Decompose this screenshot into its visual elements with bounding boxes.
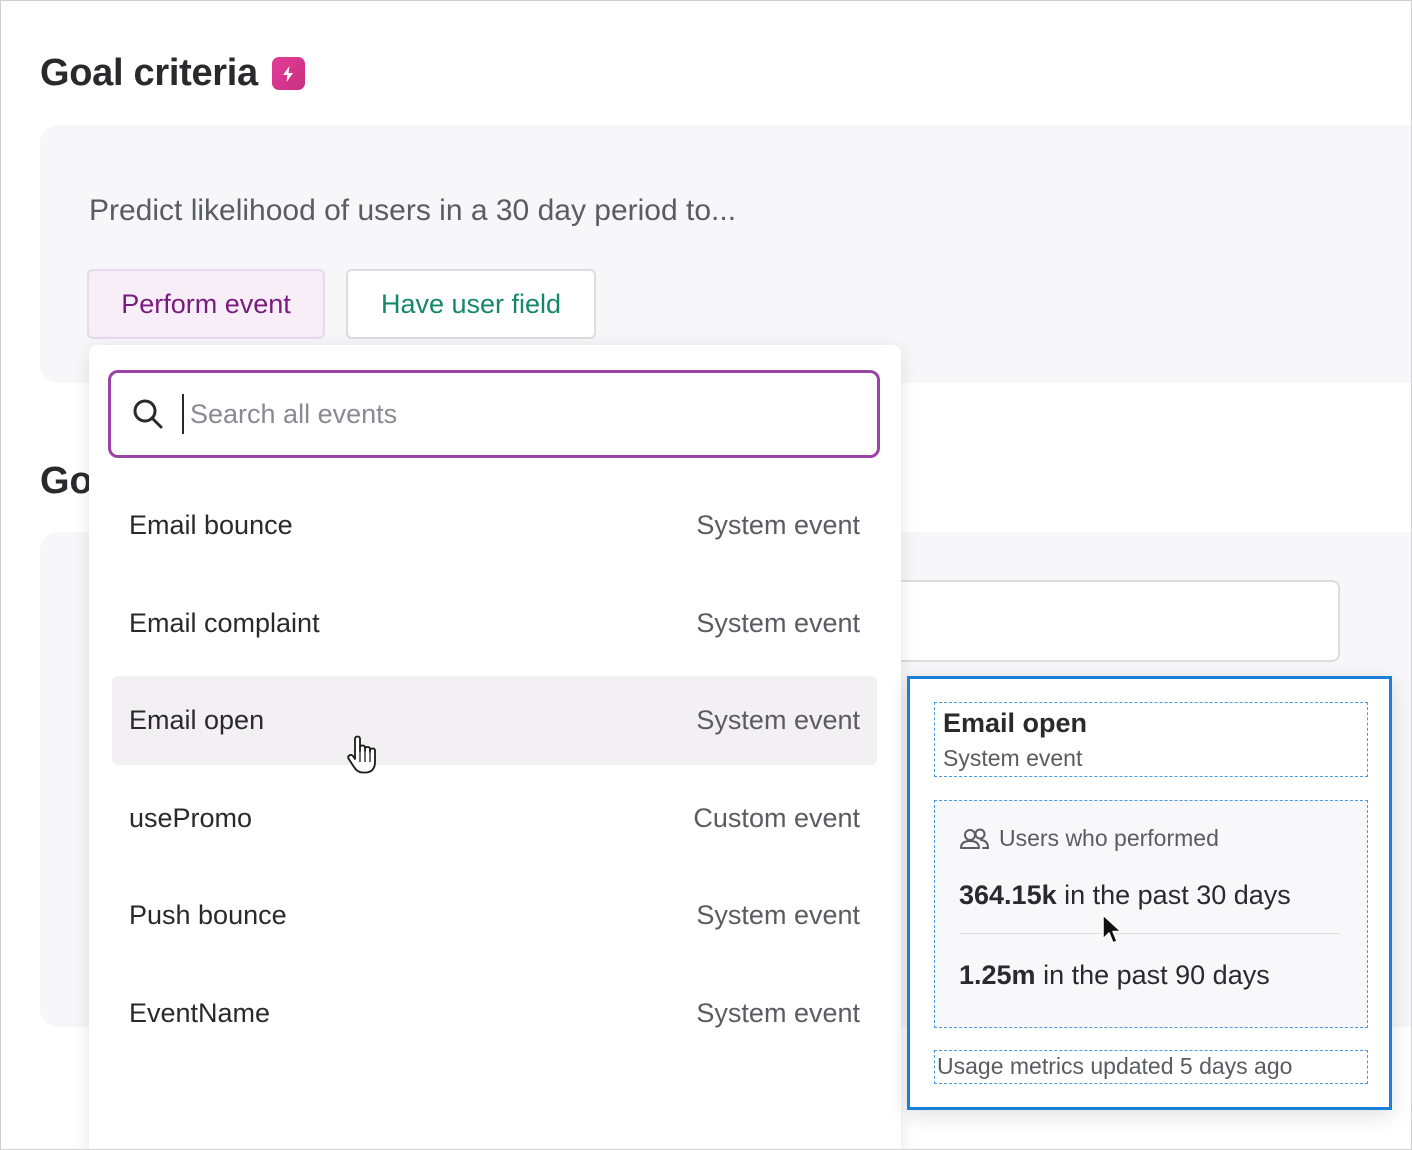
text-caret: [182, 394, 184, 434]
event-dropdown: Email bounce System event Email complain…: [89, 345, 901, 1150]
card-header: Email open System event: [934, 702, 1368, 777]
stat-30-value: 364.15k: [959, 880, 1057, 910]
users-icon: [960, 828, 990, 849]
event-type: System event: [696, 705, 860, 735]
users-label-text: Users who performed: [999, 825, 1219, 851]
card-stats: Users who performed 364.15k in the past …: [934, 800, 1368, 1028]
hand-pointer-cursor-icon: [347, 735, 376, 774]
users-performed-label: Users who performed: [959, 825, 1343, 852]
have-user-field-button[interactable]: Have user field: [346, 269, 596, 339]
event-type: System event: [696, 997, 860, 1028]
card-title: Email open: [943, 708, 1088, 738]
event-row[interactable]: Email complaint System event: [112, 579, 877, 668]
perform-event-button[interactable]: Perform event: [87, 269, 325, 339]
event-name: Email open: [129, 705, 265, 735]
goal-criteria-title-text: Goal criteria: [40, 52, 258, 94]
event-name: Email bounce: [129, 510, 293, 540]
search-box[interactable]: [108, 370, 880, 458]
event-row[interactable]: usePromo Custom event: [112, 774, 877, 863]
event-row-hovered[interactable]: Email open System event: [112, 676, 877, 765]
predict-prompt: Predict likelihood of users in a 30 day …: [89, 194, 737, 227]
event-row[interactable]: Push bounce System event: [112, 871, 877, 960]
event-type: System event: [696, 510, 860, 540]
event-name: Email complaint: [129, 607, 320, 638]
event-list: Email bounce System event Email complain…: [112, 481, 877, 1066]
event-details-card: Email open System event Users who perfor…: [907, 676, 1392, 1110]
event-row[interactable]: Email bounce System event: [112, 481, 877, 570]
goal-criteria-title: Goal criteria: [40, 52, 305, 95]
arrow-cursor-icon: [1102, 914, 1122, 944]
stat-90-value: 1.25m: [959, 960, 1036, 990]
search-input[interactable]: [190, 398, 840, 430]
stat-90-suffix: in the past 90 days: [1035, 960, 1270, 990]
event-name: EventName: [129, 997, 271, 1028]
lightning-badge-icon: [271, 57, 305, 90]
second-section-title: Go: [40, 460, 93, 502]
stat-30-days: 364.15k in the past 30 days: [959, 880, 1343, 911]
stats-divider: [959, 933, 1339, 934]
event-name: Push bounce: [129, 900, 287, 930]
event-row[interactable]: EventName System event: [112, 969, 877, 1058]
card-footer: Usage metrics updated 5 days ago: [934, 1050, 1368, 1084]
card-subtitle: System event: [943, 745, 1083, 771]
event-name: usePromo: [129, 802, 253, 833]
search-icon: [131, 397, 165, 431]
event-type: System event: [696, 900, 860, 930]
event-type: System event: [696, 607, 860, 638]
stat-90-days: 1.25m in the past 90 days: [959, 960, 1343, 991]
stat-30-suffix: in the past 30 days: [1056, 880, 1291, 910]
event-type: Custom event: [693, 802, 860, 833]
background-input-field: [880, 580, 1340, 662]
